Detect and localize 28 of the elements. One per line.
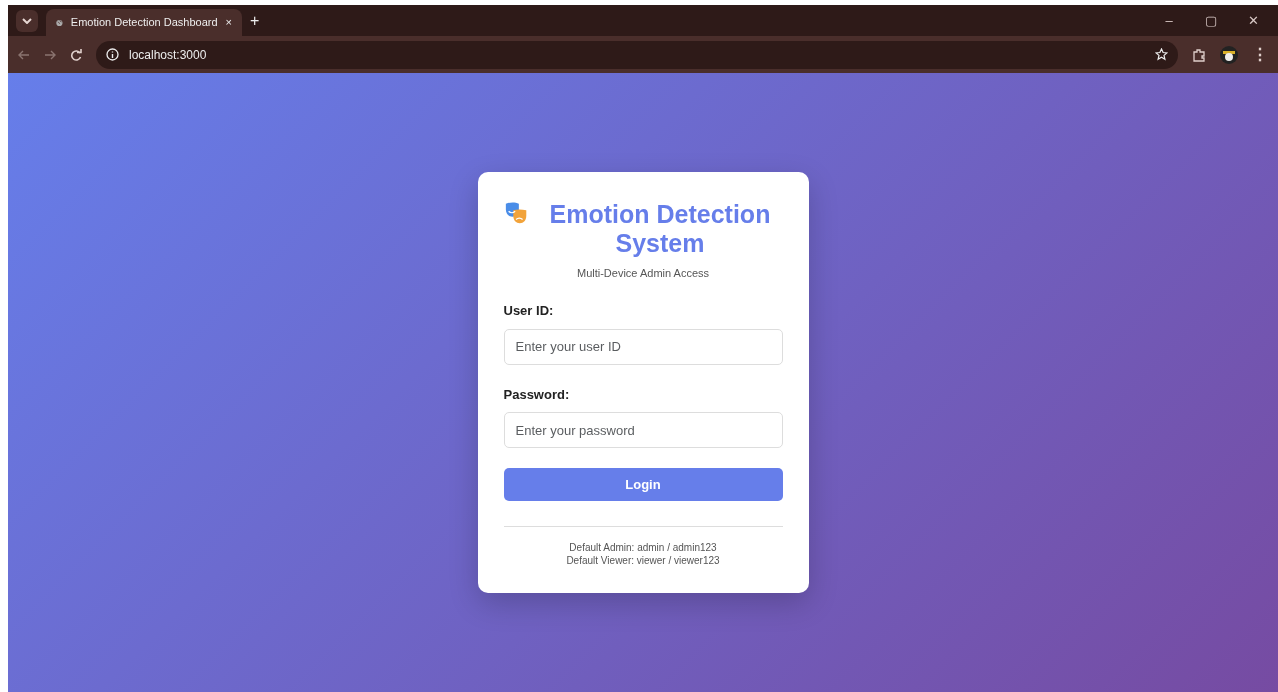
extensions-icon[interactable]	[1192, 47, 1206, 62]
password-field[interactable]: Enter your password	[503, 412, 783, 449]
tab-title: Emotion Detection Dashboard	[70, 15, 218, 31]
tab-list-button[interactable]	[16, 9, 38, 32]
back-icon[interactable]	[18, 49, 30, 60]
login-button[interactable]: Login	[503, 468, 783, 502]
login-title: Emotion Detection System	[548, 199, 772, 259]
browser-tab[interactable]: Emotion Detection Dashboard ×	[46, 9, 242, 36]
star-icon[interactable]	[1155, 48, 1168, 61]
reload-icon[interactable]	[70, 48, 82, 61]
close-button[interactable]: ✕	[1236, 10, 1270, 31]
field-label: User ID:	[503, 302, 555, 321]
forward-icon[interactable]	[44, 49, 56, 60]
info-icon	[106, 48, 119, 61]
user-id-field[interactable]: Enter your user ID	[503, 328, 783, 365]
credentials-hint: Default Admin: admin / admin123	[568, 541, 718, 555]
menu-button[interactable]: ⋮	[1252, 42, 1268, 67]
address-bar[interactable]: localhost:3000	[96, 40, 1178, 69]
chevron-down-icon	[22, 17, 32, 24]
minimize-button[interactable]: –	[1152, 10, 1186, 31]
new-tab-button[interactable]: +	[250, 8, 260, 33]
credentials-hint: Default Viewer: viewer / viewer123	[565, 554, 721, 568]
login-subtitle: Multi-Device Admin Access	[575, 265, 710, 281]
avatar-icon[interactable]	[1220, 45, 1238, 64]
field-label: Password:	[503, 385, 571, 404]
tab-close-button[interactable]: ×	[225, 14, 232, 31]
restore-button[interactable]: ▢	[1194, 10, 1228, 31]
url-text: localhost:3000	[129, 46, 207, 64]
